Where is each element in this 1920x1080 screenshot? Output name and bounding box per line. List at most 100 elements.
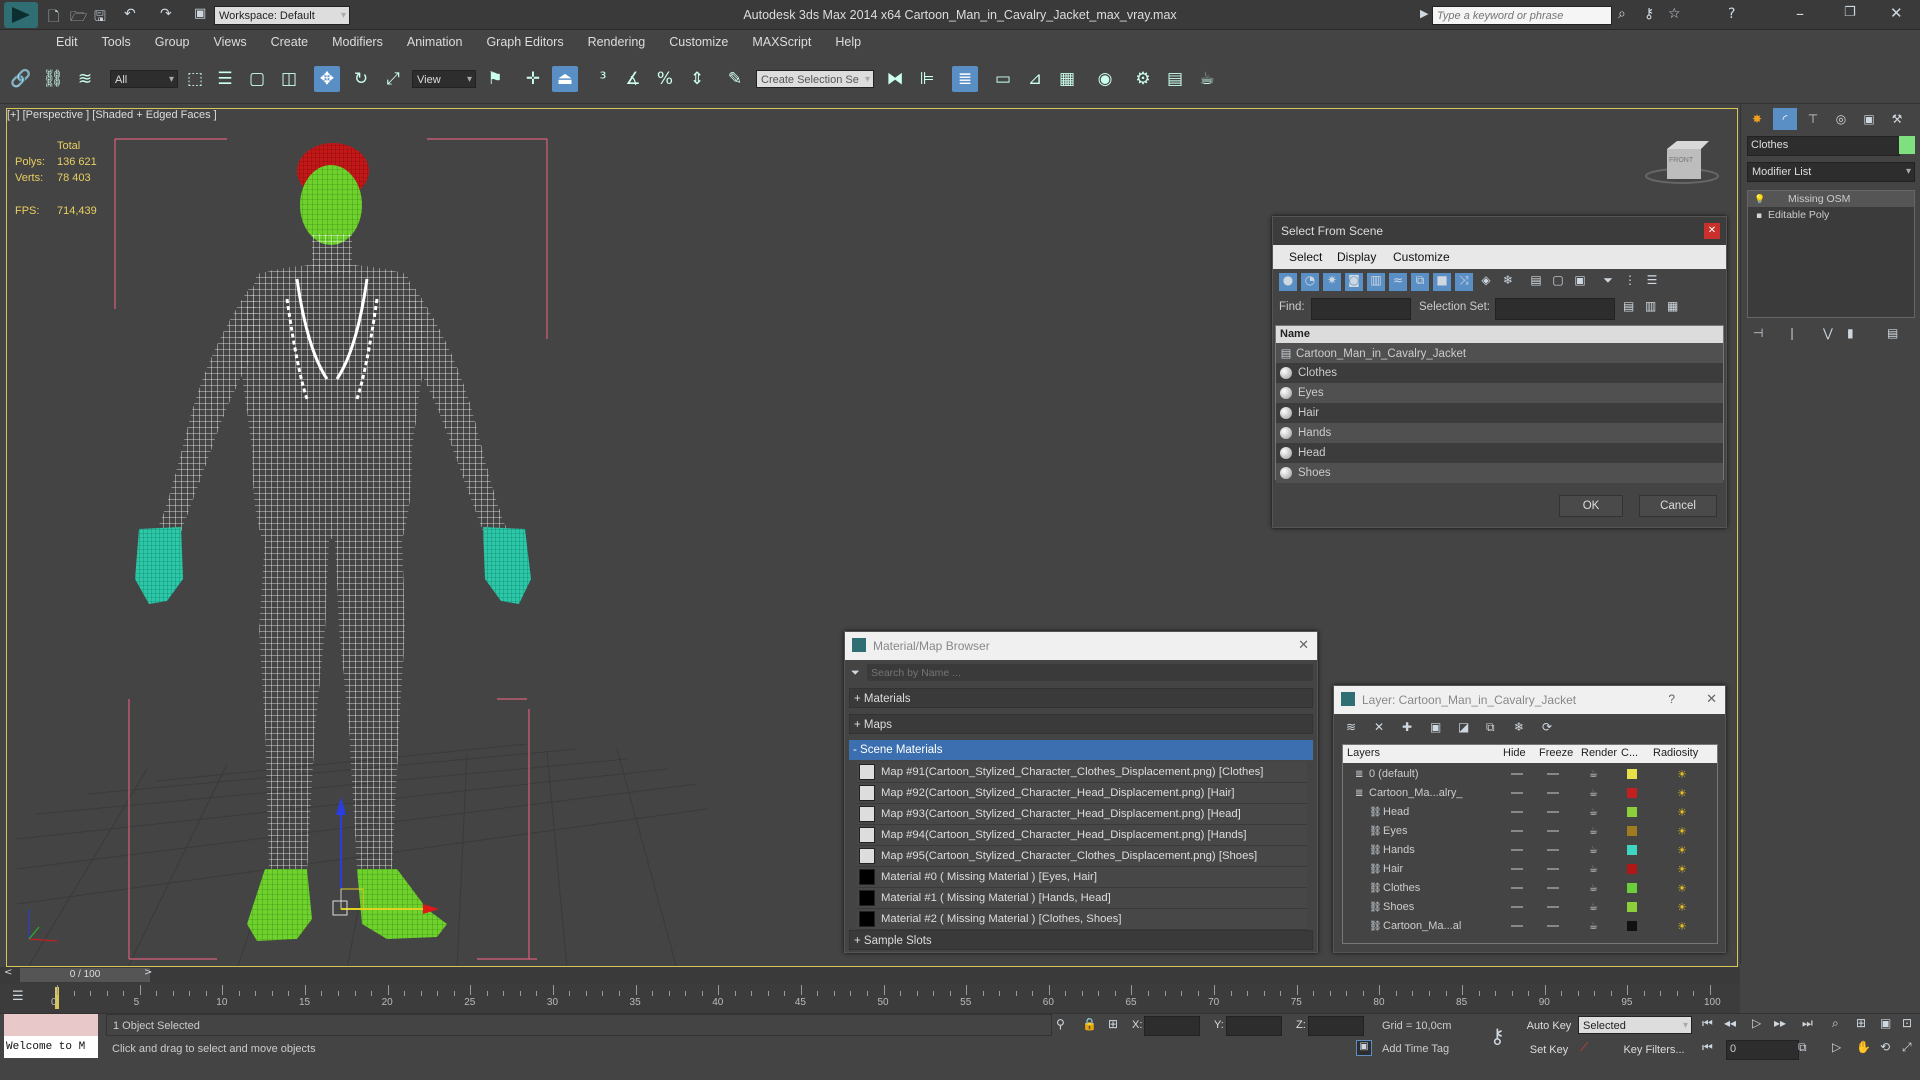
material-list-item[interactable]: Map #93(Cartoon_Stylized_Character_Head_…: [857, 804, 1307, 825]
col-layers[interactable]: Layers: [1347, 747, 1380, 759]
expand-icon[interactable]: ▪: [1754, 208, 1764, 224]
filter-groups-icon[interactable]: ⧉: [1411, 273, 1429, 291]
layer-color-swatch[interactable]: [1627, 807, 1637, 817]
radiosity-icon[interactable]: ☀: [1677, 879, 1687, 898]
hide-all-layers-icon[interactable]: ⧉: [1486, 720, 1495, 735]
set-current-layer-icon[interactable]: ⟳: [1542, 720, 1552, 734]
layer-row[interactable]: ⛓ Clothes ☕ ☀: [1343, 879, 1717, 898]
layer-color-swatch[interactable]: [1627, 883, 1637, 893]
list-item[interactable]: Hair: [1276, 403, 1723, 423]
set-keys-key-icon[interactable]: ⚷: [1490, 1024, 1505, 1048]
hide-toggle[interactable]: [1511, 925, 1523, 927]
filter-funnel-icon[interactable]: ⏷: [1599, 273, 1617, 291]
viewcube-label[interactable]: FRONT: [1669, 157, 1693, 164]
sfs-set-add-icon[interactable]: ▥: [1645, 299, 1656, 313]
filter-frozen-icon[interactable]: ❄: [1499, 273, 1517, 291]
auto-key-button[interactable]: Auto Key: [1524, 1016, 1574, 1036]
render-toggle[interactable]: ☕: [1589, 917, 1598, 936]
menu-maxscript[interactable]: MAXScript: [740, 30, 823, 54]
filter-cameras-icon[interactable]: ◙: [1345, 273, 1363, 291]
radiosity-icon[interactable]: ☀: [1677, 803, 1687, 822]
key-mode-icon[interactable]: ⟋: [1580, 1040, 1588, 1055]
info-center-arrow-icon[interactable]: ▶: [1420, 7, 1428, 20]
go-to-end-icon[interactable]: ⏭: [1802, 1016, 1813, 1031]
sfs-options-icon[interactable]: ☰: [1643, 273, 1661, 291]
spinner-snap-icon[interactable]: ⇕: [684, 66, 710, 92]
layer-color-swatch[interactable]: [1627, 845, 1637, 855]
keyboard-shortcut-override-icon[interactable]: ⏏: [552, 66, 578, 92]
freeze-toggle[interactable]: [1547, 792, 1559, 794]
x-coordinate-field[interactable]: [1144, 1016, 1200, 1036]
display-invert-icon[interactable]: ▣: [1571, 273, 1589, 291]
material-list-item[interactable]: Material #1 ( Missing Material ) [Hands,…: [857, 888, 1307, 909]
lock-icon[interactable]: 🔒: [1082, 1017, 1097, 1031]
material-list-item[interactable]: Map #92(Cartoon_Stylized_Character_Head_…: [857, 783, 1307, 804]
select-move-icon[interactable]: ✥: [314, 66, 340, 92]
pan-icon[interactable]: ✋: [1856, 1040, 1871, 1054]
pin-stack-icon[interactable]: ⊣: [1753, 326, 1763, 340]
radiosity-icon[interactable]: ☀: [1677, 917, 1687, 936]
group-scene-materials[interactable]: - Scene Materials: [849, 740, 1313, 760]
hierarchy-tab-icon[interactable]: ⊤: [1801, 108, 1825, 130]
hide-toggle[interactable]: [1511, 887, 1523, 889]
absolute-mode-icon[interactable]: ⊞: [1108, 1017, 1118, 1031]
time-configuration-icon[interactable]: ⧉: [1798, 1040, 1807, 1055]
maximize-viewport-icon[interactable]: ⤢: [1902, 1040, 1912, 1055]
layer-row[interactable]: ⛓ Cartoon_Ma...al ☕ ☀: [1343, 917, 1717, 936]
freeze-toggle[interactable]: [1547, 887, 1559, 889]
material-list-item[interactable]: Material #0 ( Missing Material ) [Eyes, …: [857, 867, 1307, 888]
radiosity-icon[interactable]: ☀: [1677, 860, 1687, 879]
col-radiosity[interactable]: Radiosity: [1653, 747, 1698, 759]
add-time-tag[interactable]: Add Time Tag: [1376, 1040, 1466, 1058]
menu-edit[interactable]: Edit: [44, 30, 90, 54]
group-maps[interactable]: + Maps: [849, 714, 1313, 734]
zoom-extents-icon[interactable]: ▣: [1880, 1016, 1891, 1030]
minimize-icon[interactable]: –: [1796, 4, 1804, 23]
save-icon[interactable]: 🖫: [94, 6, 106, 30]
freeze-all-layers-icon[interactable]: ❄: [1514, 720, 1524, 734]
layer-row[interactable]: ⛓ Eyes ☕ ☀: [1343, 822, 1717, 841]
col-color[interactable]: C...: [1621, 747, 1638, 759]
rect-selection-icon[interactable]: ▢: [244, 66, 270, 92]
go-to-start-icon[interactable]: ⏮: [1702, 1016, 1713, 1031]
delete-layer-icon[interactable]: ✕: [1374, 720, 1384, 734]
filter-shapes-icon[interactable]: ◔: [1301, 273, 1319, 291]
material-list-item[interactable]: Material #2 ( Missing Material ) [Clothe…: [857, 909, 1307, 930]
key-mode-toggle-icon[interactable]: ⏮: [1702, 1040, 1713, 1055]
name-column-header[interactable]: Name: [1276, 326, 1723, 343]
close-icon[interactable]: ✕: [1890, 4, 1903, 22]
selection-set-dropdown[interactable]: [1495, 298, 1615, 320]
filter-lights-icon[interactable]: ✷: [1323, 273, 1341, 291]
unlink-icon[interactable]: ⛓: [40, 66, 66, 92]
selection-lock-pin-icon[interactable]: ⚲: [1056, 1017, 1065, 1031]
list-item[interactable]: Hands: [1276, 423, 1723, 443]
align-icon[interactable]: ⊫: [914, 66, 940, 92]
freeze-toggle[interactable]: [1547, 868, 1559, 870]
modifier-list-dropdown[interactable]: Modifier List: [1747, 162, 1915, 182]
keyword-search-input[interactable]: [1432, 6, 1612, 25]
material-search-input[interactable]: [867, 664, 1313, 681]
filter-helpers-icon[interactable]: ▥: [1367, 273, 1385, 291]
restore-icon[interactable]: ❐: [1844, 5, 1856, 20]
current-frame-field[interactable]: 0: [1726, 1040, 1799, 1060]
col-hide[interactable]: Hide: [1503, 747, 1526, 759]
remove-modifier-icon[interactable]: ▮: [1847, 326, 1854, 340]
hide-toggle[interactable]: [1511, 811, 1523, 813]
help-icon[interactable]: ?: [1668, 692, 1675, 706]
sfs-menu-select[interactable]: Select: [1289, 250, 1322, 264]
filter-containers-icon[interactable]: ◈: [1477, 273, 1495, 291]
zoom-extents-all-icon[interactable]: ⊡: [1902, 1016, 1912, 1030]
add-to-layer-icon[interactable]: ✚: [1402, 720, 1412, 734]
menu-create[interactable]: Create: [259, 30, 321, 54]
star-icon[interactable]: ☆: [1668, 6, 1681, 22]
previous-frame-icon[interactable]: ◂◂: [1724, 1016, 1736, 1030]
edit-named-sets-icon[interactable]: ✎: [722, 66, 748, 92]
close-icon[interactable]: ✕: [1706, 692, 1717, 707]
new-file-icon[interactable]: 🗋: [48, 6, 59, 30]
cancel-button[interactable]: Cancel: [1639, 495, 1717, 517]
col-render[interactable]: Render: [1581, 747, 1617, 759]
utilities-tab-icon[interactable]: ⚒: [1885, 108, 1909, 130]
material-list-item[interactable]: Map #91(Cartoon_Stylized_Character_Cloth…: [857, 762, 1307, 783]
zoom-all-icon[interactable]: ⊞: [1856, 1016, 1866, 1030]
set-key-button[interactable]: Set Key: [1524, 1040, 1574, 1060]
